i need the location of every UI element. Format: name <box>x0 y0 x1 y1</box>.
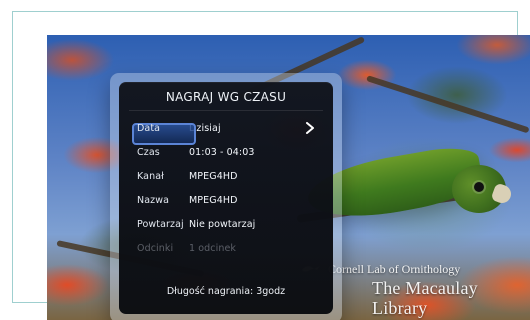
video-background: Cornell Lab of Ornithology The Macaulay … <box>47 35 530 320</box>
watermark-text-line-2: The Macaulay Library <box>372 278 478 318</box>
dialog-row-date[interactable]: Data Dzisiaj <box>132 117 323 145</box>
dialog-title: NAGRAJ WG CZASU <box>165 90 287 104</box>
dialog-row-name[interactable]: Nazwa MPEG4HD <box>133 189 323 211</box>
row-value: MPEG4HD <box>189 170 238 182</box>
dialog-row-time[interactable]: Czas 01:03 - 04:03 <box>133 141 323 163</box>
screenshot-frame: Cornell Lab of Ornithology The Macaulay … <box>12 11 530 320</box>
row-label: Kanał <box>137 170 164 182</box>
row-value: MPEG4HD <box>189 194 238 206</box>
row-value: Dzisiaj <box>189 122 221 134</box>
record-by-time-dialog: NAGRAJ WG CZASU Data Dzisiaj Czas 01:03 … <box>110 73 342 320</box>
chevron-right-icon[interactable] <box>303 121 317 135</box>
dialog-row-repeat[interactable]: Powtarzaj Nie powtarzaj <box>133 213 323 235</box>
branch-decoration <box>366 75 530 134</box>
row-label: Data <box>137 122 161 134</box>
watermark-text-line-1: Cornell Lab of Ornithology <box>328 262 461 276</box>
dialog-panel: NAGRAJ WG CZASU Data Dzisiaj Czas 01:03 … <box>119 82 333 314</box>
row-label-container: Data <box>132 122 196 145</box>
row-label: Czas <box>137 146 160 158</box>
row-label: Odcinki <box>137 242 174 254</box>
row-value: 01:03 - 04:03 <box>189 146 255 158</box>
row-value: 1 odcinek <box>189 242 237 254</box>
row-label: Nazwa <box>137 194 170 206</box>
dialog-divider <box>129 110 323 111</box>
row-value: Nie powtarzaj <box>189 218 256 230</box>
dialog-row-episodes: Odcinki 1 odcinek <box>133 237 323 259</box>
recording-duration-text: Długość nagrania: 3godz <box>166 286 286 297</box>
row-label: Powtarzaj <box>137 218 184 230</box>
parrot-eye <box>474 182 484 192</box>
dialog-row-channel[interactable]: Kanał MPEG4HD <box>133 165 323 187</box>
